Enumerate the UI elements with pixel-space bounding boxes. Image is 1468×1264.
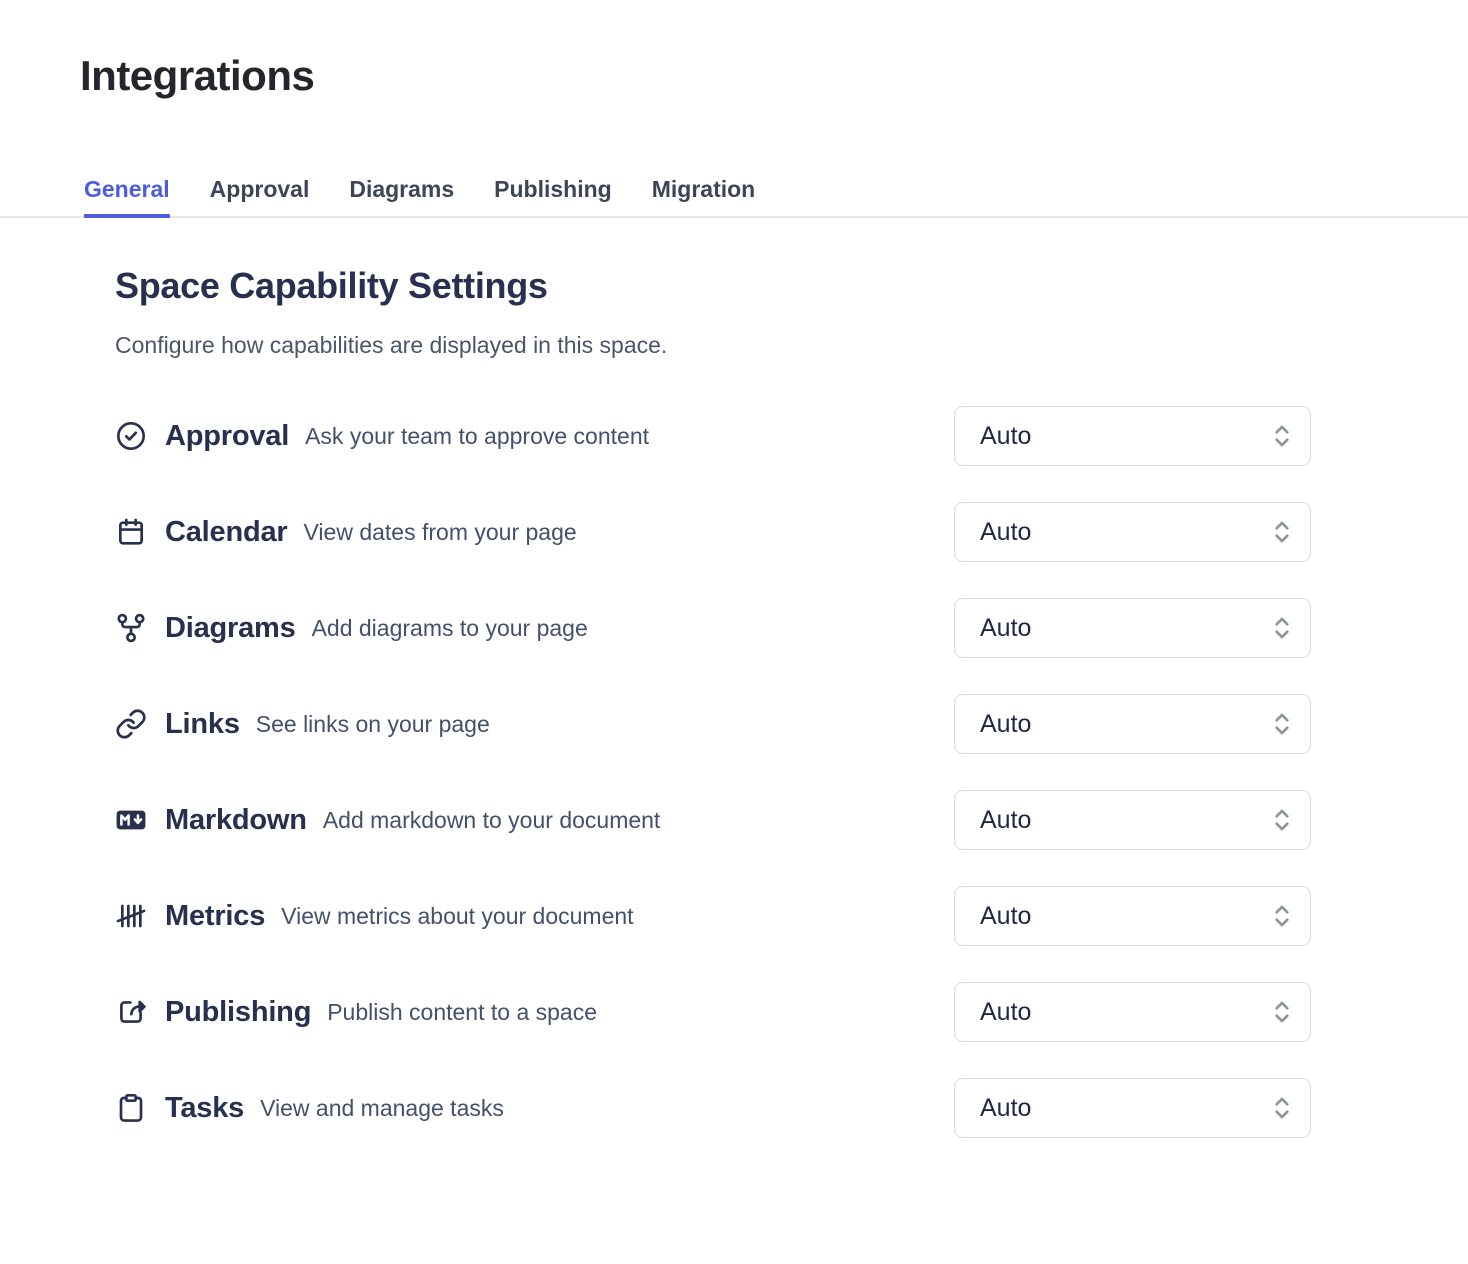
tab-migration[interactable]: Migration [652, 176, 756, 216]
links-visibility-select[interactable]: Auto [954, 694, 1311, 754]
page-title: Integrations [80, 50, 1468, 102]
capability-name: Diagrams [165, 612, 296, 645]
tab-diagrams[interactable]: Diagrams [349, 176, 454, 216]
capability-row-metrics: Metrics View metrics about your document… [115, 886, 1311, 946]
share-icon [115, 996, 147, 1028]
tab-publishing[interactable]: Publishing [494, 176, 612, 216]
chevron-up-down-icon [1270, 516, 1294, 548]
capability-row-diagrams: Diagrams Add diagrams to your page Auto [115, 598, 1311, 658]
select-value: Auto [980, 902, 1031, 931]
capability-name: Links [165, 708, 240, 741]
tasks-visibility-select[interactable]: Auto [954, 1078, 1311, 1138]
capability-row-approval: Approval Ask your team to approve conten… [115, 406, 1311, 466]
chevron-up-down-icon [1270, 420, 1294, 452]
chevron-up-down-icon [1270, 1092, 1294, 1124]
capability-info: Links See links on your page [115, 708, 490, 741]
select-value: Auto [980, 806, 1031, 835]
integrations-settings-page: Integrations General Approval Diagrams Publ… [0, 0, 1468, 1264]
tab-general[interactable]: General [84, 176, 170, 216]
capability-row-tasks: Tasks View and manage tasks Auto [115, 1078, 1311, 1138]
capability-name: Publishing [165, 996, 311, 1029]
capability-description: Publish content to a space [327, 999, 597, 1026]
select-value: Auto [980, 710, 1031, 739]
capability-row-publishing: Publishing Publish content to a space Au… [115, 982, 1311, 1042]
section-title: Space Capability Settings [115, 264, 1311, 308]
capability-description: View dates from your page [304, 519, 577, 546]
tally-icon [115, 900, 147, 932]
markdown-visibility-select[interactable]: Auto [954, 790, 1311, 850]
capability-description: Add markdown to your document [323, 807, 661, 834]
capability-description: See links on your page [256, 711, 490, 738]
select-value: Auto [980, 422, 1031, 451]
select-value: Auto [980, 1094, 1031, 1123]
capability-name: Markdown [165, 804, 307, 837]
capability-name: Metrics [165, 900, 265, 933]
capability-info: Approval Ask your team to approve conten… [115, 420, 649, 453]
git-fork-icon [115, 612, 147, 644]
approval-visibility-select[interactable]: Auto [954, 406, 1311, 466]
chevron-up-down-icon [1270, 612, 1294, 644]
metrics-visibility-select[interactable]: Auto [954, 886, 1311, 946]
capability-name: Calendar [165, 516, 288, 549]
capability-info: Tasks View and manage tasks [115, 1092, 504, 1125]
chevron-up-down-icon [1270, 996, 1294, 1028]
capability-name: Tasks [165, 1092, 244, 1125]
circle-check-icon [115, 420, 147, 452]
capability-description: Add diagrams to your page [312, 615, 588, 642]
capability-row-calendar: Calendar View dates from your page Auto [115, 502, 1311, 562]
capability-info: Diagrams Add diagrams to your page [115, 612, 588, 645]
capability-info: Calendar View dates from your page [115, 516, 577, 549]
capability-row-links: Links See links on your page Auto [115, 694, 1311, 754]
capability-info: Metrics View metrics about your document [115, 900, 634, 933]
capability-description: View and manage tasks [260, 1095, 504, 1122]
chevron-up-down-icon [1270, 708, 1294, 740]
clipboard-icon [115, 1092, 147, 1124]
select-value: Auto [980, 998, 1031, 1027]
capability-row-markdown: Markdown Add markdown to your document A… [115, 790, 1311, 850]
capability-name: Approval [165, 420, 289, 453]
general-tab-panel: Space Capability Settings Configure how … [115, 264, 1311, 1138]
capability-description: Ask your team to approve content [305, 423, 649, 450]
tab-bar: General Approval Diagrams Publishing Migrati… [0, 176, 1468, 218]
capability-info: Publishing Publish content to a space [115, 996, 597, 1029]
diagrams-visibility-select[interactable]: Auto [954, 598, 1311, 658]
calendar-visibility-select[interactable]: Auto [954, 502, 1311, 562]
section-description: Configure how capabilities are displayed… [115, 330, 1311, 360]
tab-approval[interactable]: Approval [210, 176, 310, 216]
chevron-up-down-icon [1270, 804, 1294, 836]
publishing-visibility-select[interactable]: Auto [954, 982, 1311, 1042]
calendar-icon [115, 516, 147, 548]
link-icon [115, 708, 147, 740]
select-value: Auto [980, 614, 1031, 643]
capability-info: Markdown Add markdown to your document [115, 804, 660, 837]
capability-list: Approval Ask your team to approve conten… [115, 406, 1311, 1138]
markdown-icon [115, 804, 147, 836]
chevron-up-down-icon [1270, 900, 1294, 932]
capability-description: View metrics about your document [281, 903, 633, 930]
select-value: Auto [980, 518, 1031, 547]
